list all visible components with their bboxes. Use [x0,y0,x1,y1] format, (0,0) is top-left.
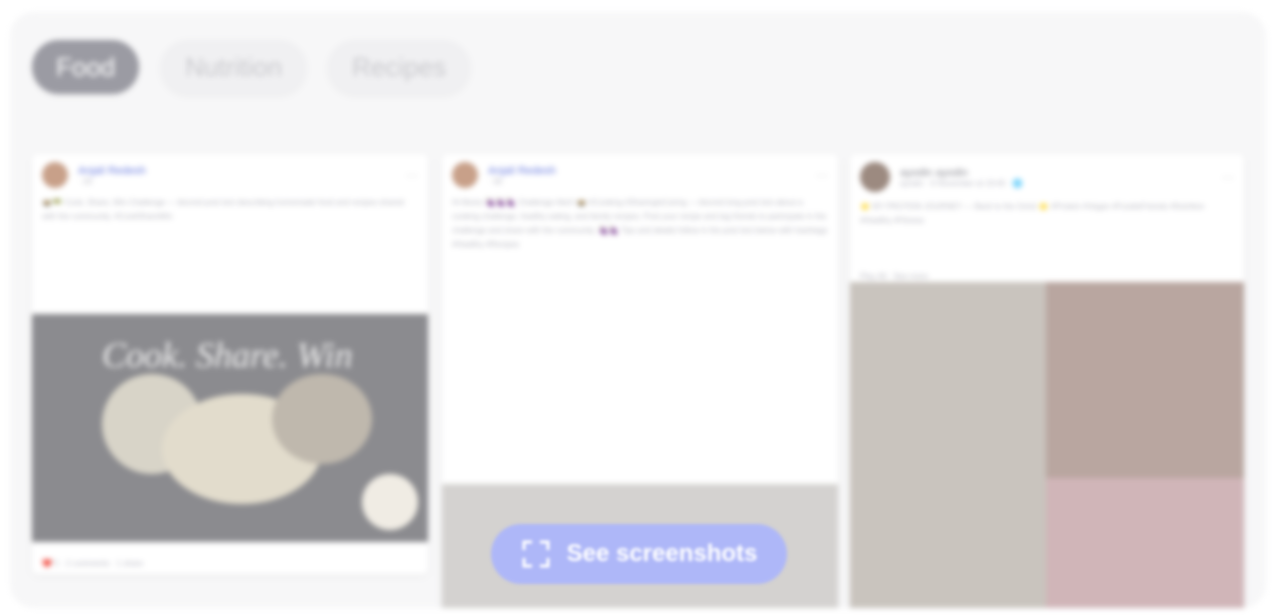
tab-nutrition[interactable]: Nutrition [161,40,307,94]
avatar [42,162,68,188]
post-card[interactable]: ayodin ayodin ayodin · 6 November at 19:… [850,154,1244,608]
photo[interactable] [850,282,1046,608]
more-icon[interactable]: ··· [1222,170,1234,184]
avatar [452,162,478,188]
tab-food[interactable]: Food [32,40,140,94]
photo[interactable] [1046,478,1244,608]
post-text: 🍲🥗 Cook, Share, Win Challenge — blurred … [42,198,404,221]
post-author[interactable]: ayodin ayodin [900,167,1022,179]
post-header: Anjali Redesh · 2d ··· [32,154,428,196]
tab-recipes[interactable]: Recipes [328,40,471,94]
post-meta: · 2d [78,176,92,186]
more-icon[interactable]: ··· [406,168,418,182]
image-caption: Cook. Share. Win [102,335,353,375]
see-screenshots-label: See screenshots [566,540,758,567]
post-meta: ayodin · 6 November at 19:45 · 🌐 [900,178,1023,188]
post-text: Hi Mums 🍇🍇🍇 Challenge Alert! 🍲 #Cooking … [452,198,828,249]
category-tabs: Food Nutrition Recipes [32,40,471,94]
photo[interactable] [1046,282,1244,478]
expand-icon [522,540,550,568]
post-header: ayodin ayodin ayodin · 6 November at 19:… [850,154,1244,200]
post-text: ⭐ MY PROTEIN JOURNEY — Back to the Grind… [860,202,1205,225]
more-icon[interactable]: ··· [816,168,828,182]
post-author[interactable]: Anjali Redesh [78,165,146,177]
feed-panel: Food Nutrition Recipes Anjali Redesh · 2… [10,12,1266,608]
post-image[interactable]: Cook. Share. Win [32,314,428,542]
post-header: Anjali Redesh · 3d ··· [442,154,838,196]
post-meta: · 3d [488,176,502,186]
post-card[interactable]: Anjali Redesh · 2d ··· 🍲🥗 Cook, Share, W… [32,154,428,574]
post-author[interactable]: Anjali Redesh [488,165,556,177]
see-screenshots-button[interactable]: See screenshots [491,524,787,584]
photo-grid [850,282,1244,608]
avatar [860,162,890,192]
reaction-summary: ❤️ 5 · 2 comments · 1 share [42,559,144,568]
